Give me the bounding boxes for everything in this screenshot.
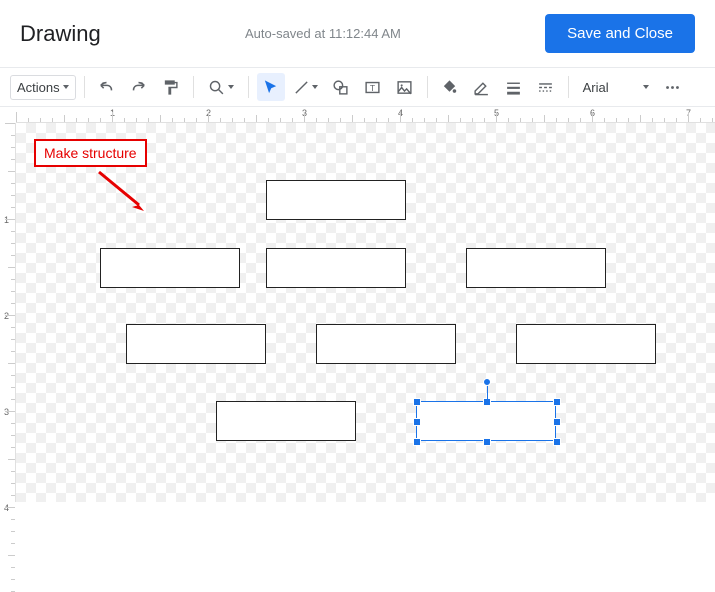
caret-down-icon (312, 85, 318, 89)
toolbar: Actions T Ari (0, 67, 715, 107)
divider (427, 76, 428, 98)
page-title: Drawing (20, 21, 101, 47)
shape-rectangle[interactable] (126, 324, 266, 364)
shape-rectangle[interactable] (216, 401, 356, 441)
save-and-close-button[interactable]: Save and Close (545, 14, 695, 53)
annotation-arrow-icon (94, 167, 154, 217)
paint-format-icon[interactable] (157, 73, 185, 101)
undo-icon[interactable] (93, 73, 121, 101)
resize-handle[interactable] (413, 418, 421, 426)
divider (84, 76, 85, 98)
ruler-tick: 3 (4, 407, 9, 417)
shape-rectangle[interactable] (266, 248, 406, 288)
resize-handle[interactable] (553, 418, 561, 426)
resize-handle[interactable] (483, 438, 491, 446)
actions-label: Actions (17, 80, 60, 95)
font-select[interactable]: Arial (577, 76, 655, 99)
canvas-area: 1234567 1234 Make structure (0, 107, 715, 502)
shape-rectangle[interactable] (266, 180, 406, 220)
resize-handle[interactable] (413, 438, 421, 446)
resize-handle[interactable] (553, 398, 561, 406)
autosave-status: Auto-saved at 11:12:44 AM (245, 26, 401, 41)
resize-handle[interactable] (413, 398, 421, 406)
font-label: Arial (583, 80, 609, 95)
caret-down-icon (63, 85, 69, 89)
shape-rectangle[interactable] (316, 324, 456, 364)
border-color-icon[interactable] (468, 73, 496, 101)
image-icon[interactable] (391, 73, 419, 101)
ruler-tick: 4 (4, 503, 9, 513)
redo-icon[interactable] (125, 73, 153, 101)
select-icon[interactable] (257, 73, 285, 101)
divider (568, 76, 569, 98)
ruler-horizontal: 1234567 (16, 107, 715, 123)
textbox-icon[interactable]: T (359, 73, 387, 101)
ruler-tick: 1 (4, 215, 9, 225)
border-weight-icon[interactable] (500, 73, 528, 101)
actions-menu[interactable]: Actions (10, 75, 76, 100)
annotation-box: Make structure (34, 139, 147, 167)
zoom-icon[interactable] (202, 73, 240, 101)
more-icon[interactable] (659, 73, 687, 101)
border-dash-icon[interactable] (532, 73, 560, 101)
shape-icon[interactable] (327, 73, 355, 101)
shape-rectangle[interactable] (466, 248, 606, 288)
shape-rectangle-selected[interactable] (416, 401, 556, 441)
shape-rectangle[interactable] (516, 324, 656, 364)
ruler-tick: 2 (4, 311, 9, 321)
rotate-handle[interactable] (483, 378, 491, 386)
divider (193, 76, 194, 98)
svg-text:T: T (370, 83, 375, 93)
line-icon[interactable] (289, 73, 323, 101)
annotation-label: Make structure (44, 145, 137, 161)
caret-down-icon (643, 85, 649, 89)
resize-handle[interactable] (553, 438, 561, 446)
fill-color-icon[interactable] (436, 73, 464, 101)
caret-down-icon (228, 85, 234, 89)
canvas[interactable]: Make structure (16, 123, 715, 502)
shape-rectangle[interactable] (100, 248, 240, 288)
ruler-vertical: 1234 (0, 123, 16, 502)
divider (248, 76, 249, 98)
